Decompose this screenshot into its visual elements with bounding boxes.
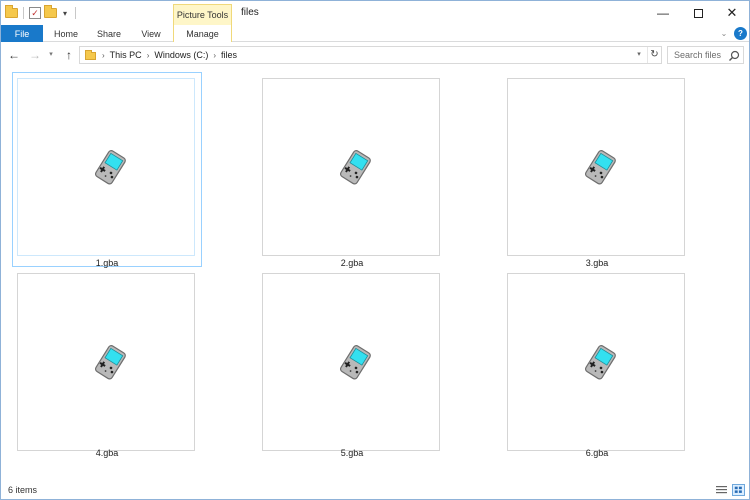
gba-file-icon [583, 148, 618, 186]
gba-file-icon [583, 343, 618, 381]
expand-ribbon-chevron-icon[interactable]: ⌄ [717, 27, 731, 40]
close-button[interactable]: ✕ [715, 1, 749, 25]
file-name: 6.gba [585, 448, 609, 458]
title-bar: ✓ ▾ Picture Tools files — ✕ [1, 1, 749, 25]
file-tile[interactable]: 5.gba [257, 267, 447, 462]
tab-share[interactable]: Share [88, 25, 130, 42]
forward-arrow-icon[interactable]: → [27, 47, 43, 63]
breadcrumb-files[interactable]: files [221, 50, 237, 60]
file-thumbnail [507, 273, 685, 451]
recent-locations-dropdown-icon[interactable]: ▾ [46, 47, 56, 63]
file-thumbnail [17, 273, 195, 451]
new-folder-icon[interactable] [44, 5, 57, 18]
status-bar: 6 items [1, 482, 749, 499]
address-bar[interactable]: › This PC › Windows (C:) › files ▾ ↻ [79, 46, 662, 64]
breadcrumb: › This PC › Windows (C:) › files [102, 47, 237, 63]
explorer-window: ✓ ▾ Picture Tools files — ✕ File Home Sh… [0, 0, 750, 500]
ribbon-tabs: File Home Share View Manage ⌄ ? [1, 25, 749, 42]
maximize-icon [693, 8, 703, 18]
file-tile[interactable]: 4.gba [12, 267, 202, 462]
toolbar-divider [23, 7, 24, 19]
help-icon[interactable]: ? [734, 27, 747, 40]
search-placeholder: Search files [674, 50, 722, 60]
tab-file[interactable]: File [1, 25, 43, 42]
back-arrow-icon[interactable]: ← [6, 47, 22, 63]
gba-file-icon [93, 148, 128, 186]
maximize-button[interactable] [681, 1, 715, 25]
breadcrumb-separator-icon[interactable]: › [102, 51, 105, 60]
file-view[interactable]: 1.gba 2.gba 3.gba 4.gba 5.gba 6.gba [1, 67, 749, 482]
tab-manage[interactable]: Manage [173, 25, 232, 42]
file-thumbnail [17, 78, 195, 256]
quick-access-toolbar: ✓ ▾ [5, 5, 78, 21]
window-title: files [241, 7, 259, 18]
address-history-dropdown-icon[interactable]: ▾ [632, 47, 646, 63]
file-name: 5.gba [340, 448, 364, 458]
tab-view[interactable]: View [131, 25, 171, 42]
file-tile[interactable]: 3.gba [502, 72, 692, 268]
breadcrumb-separator-icon[interactable]: › [213, 51, 216, 60]
file-tile[interactable]: 2.gba [257, 72, 447, 268]
minimize-icon: — [657, 6, 669, 20]
folder-icon[interactable] [5, 5, 18, 18]
breadcrumb-windows-c[interactable]: Windows (C:) [154, 50, 208, 60]
file-thumbnail [262, 273, 440, 451]
file-tile[interactable]: 6.gba [502, 267, 692, 462]
minimize-button[interactable]: — [646, 1, 680, 25]
toolbar-divider [75, 7, 76, 19]
up-arrow-icon[interactable]: ↑ [61, 47, 77, 63]
search-icon [729, 50, 740, 61]
gba-file-icon [338, 343, 373, 381]
search-input[interactable]: Search files [667, 46, 744, 64]
close-icon: ✕ [726, 5, 738, 20]
file-tile[interactable]: 1.gba [12, 72, 202, 268]
gba-file-icon [93, 343, 128, 381]
details-view-icon[interactable] [715, 484, 728, 496]
breadcrumb-this-pc[interactable]: This PC [110, 50, 142, 60]
refresh-icon[interactable]: ↻ [647, 47, 661, 63]
properties-icon[interactable]: ✓ [29, 7, 41, 19]
file-thumbnail [507, 78, 685, 256]
tab-home[interactable]: Home [45, 25, 87, 42]
customize-toolbar-dropdown-icon[interactable]: ▾ [60, 9, 70, 18]
file-name: 4.gba [95, 448, 119, 458]
navigation-bar: ← → ▾ ↑ › This PC › Windows (C:) › files… [1, 43, 749, 67]
picture-tools-tab-group: Picture Tools [173, 4, 232, 25]
file-thumbnail [262, 78, 440, 256]
folder-icon [85, 50, 96, 60]
item-count: 6 items [8, 485, 38, 495]
large-icons-view-icon[interactable] [732, 484, 745, 496]
breadcrumb-separator-icon[interactable]: › [147, 51, 150, 60]
gba-file-icon [338, 148, 373, 186]
